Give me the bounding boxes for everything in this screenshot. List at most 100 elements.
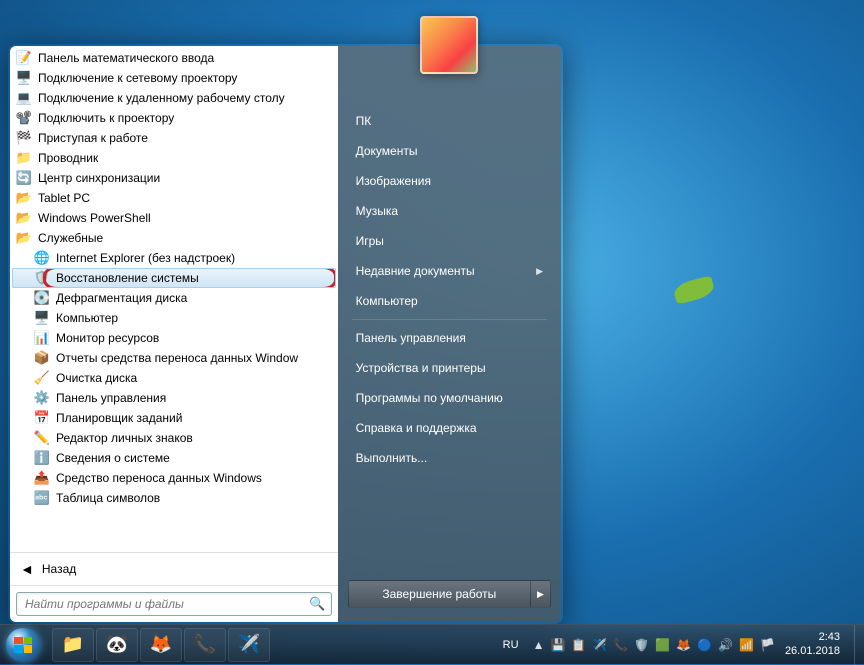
right-menu-item[interactable]: Программы по умолчанию [342,383,557,413]
right-menu-item[interactable]: Устройства и принтеры [342,353,557,383]
right-menu-item[interactable]: Документы [342,136,557,166]
app-icon: 🔤 [34,490,50,506]
program-item[interactable]: 📊Монитор ресурсов [12,328,336,348]
app-icon: 📽️ [16,110,32,126]
program-item[interactable]: 📂 Tablet PC [12,188,336,208]
program-label: Сведения о системе [56,451,170,465]
program-item[interactable]: 🏁Приступая к работе [12,128,336,148]
folder-icon: 📂 [16,210,32,226]
app-icon: 🔄 [16,170,32,186]
app-icon: 📦 [34,350,50,366]
windows-logo-icon [14,637,32,653]
folder-icon: 📂 [16,190,32,206]
wallpaper-leaf [672,275,716,305]
program-item[interactable]: 📅Планировщик заданий [12,408,336,428]
desktop[interactable]: 📝Панель математического ввода🖥️Подключен… [0,0,864,664]
program-item[interactable]: 💻 Подключение к удаленному рабочему столу [12,88,336,108]
tray-icon[interactable]: 🦊 [676,638,691,652]
app-icon: 🖥️ [34,310,50,326]
program-item[interactable]: 🔤Таблица символов [12,488,336,508]
right-menu-item[interactable]: Выполнить... [342,443,557,473]
program-list[interactable]: 📝Панель математического ввода🖥️Подключен… [10,46,338,552]
clock[interactable]: 2:43 26.01.2018 [785,631,840,657]
search-input[interactable] [16,592,332,616]
right-menu-item[interactable]: Справка и поддержка [342,413,557,443]
app-icon: 📊 [34,330,50,346]
shutdown-button[interactable]: Завершение работы ▶ [348,580,551,608]
tray-icon[interactable]: 🏳️ [760,638,775,652]
right-menu-label: Документы [356,144,418,158]
program-item[interactable]: 📤 Средство переноса данных Windows [12,468,336,488]
app-icon: 🌐 [34,250,50,266]
shutdown-row: Завершение работы ▶ [342,574,557,614]
program-item[interactable]: 🌐Internet Explorer (без надстроек) [12,248,336,268]
right-menu-item[interactable]: ПК [342,106,557,136]
app-icon: 💽 [34,290,50,306]
search-row: 🔍 [10,585,338,622]
clock-time: 2:43 [785,631,840,644]
taskbar-app[interactable]: 🐼 [96,628,138,662]
program-item[interactable]: 💽 Дефрагментация диска [12,288,336,308]
program-label: Восстановление системы [56,271,199,285]
right-menu-item[interactable]: Панель управления [342,323,557,353]
tray-icon[interactable]: 🔵 [697,638,712,652]
program-item[interactable]: ⚙️Панель управления [12,388,336,408]
program-label: Windows PowerShell [38,211,151,225]
right-menu-label: Выполнить... [356,451,428,465]
program-label: Дефрагментация диска [56,291,187,305]
program-item[interactable]: 🔄 Центр синхронизации [12,168,336,188]
right-menu-item[interactable]: Музыка [342,196,557,226]
start-button[interactable] [0,625,46,665]
start-menu-left-pane: 📝Панель математического ввода🖥️Подключен… [10,46,338,622]
right-menu-item[interactable]: Игры [342,226,557,256]
taskbar-app[interactable]: 📞 [184,628,226,662]
tray-icon[interactable]: 🛡️ [634,638,649,652]
program-item[interactable]: 🖥️Подключение к сетевому проектору [12,68,336,88]
program-item[interactable]: 📂 Windows PowerShell [12,208,336,228]
program-label: Подключение к удаленному рабочему столу [38,91,285,105]
program-item[interactable]: 📂Служебные [12,228,336,248]
submenu-arrow-icon: ▶ [536,266,543,277]
right-menu-item[interactable]: Компьютер [342,286,557,316]
tray-icon[interactable]: 💾 [550,638,565,652]
tray-icon[interactable]: 🔊 [718,638,733,652]
tray-icon[interactable]: ▲ [533,638,545,652]
program-label: Приступая к работе [38,131,148,145]
program-item[interactable]: 🖥️Компьютер [12,308,336,328]
back-button[interactable]: ◄ Назад [10,552,338,585]
language-indicator[interactable]: RU [499,637,523,653]
program-item[interactable]: 📁Проводник [12,148,336,168]
program-item[interactable]: ✏️Редактор личных знаков [12,428,336,448]
back-arrow-icon: ◄ [20,561,34,577]
app-icon: 💻 [16,90,32,106]
program-item[interactable]: 🧹Очистка диска [12,368,336,388]
program-item-highlighted[interactable]: 🛡️Восстановление системы [12,268,336,288]
program-label: Подключение к сетевому проектору [38,71,237,85]
show-desktop-button[interactable] [854,625,864,665]
app-icon: 📁 [16,150,32,166]
program-label: Редактор личных знаков [56,431,193,445]
tray-icon[interactable]: 📋 [571,638,586,652]
tray-icon[interactable]: 📞 [613,638,628,652]
user-avatar[interactable] [420,16,478,74]
taskbar-app[interactable]: 📁 [52,628,94,662]
app-icon: 📤 [34,470,50,486]
program-label: Центр синхронизации [38,171,160,185]
right-menu-label: ПК [356,114,372,128]
tray-icon[interactable]: 🟩 [655,638,670,652]
right-menu-item[interactable]: Недавние документы▶ [342,256,557,286]
program-item[interactable]: 📦Отчеты средства переноса данных Window [12,348,336,368]
program-label: Tablet PC [38,191,90,205]
program-item[interactable]: 📽️Подключить к проектору [12,108,336,128]
shutdown-options-arrow[interactable]: ▶ [530,581,550,607]
tray-icon[interactable]: 📶 [739,638,754,652]
right-menu-label: Игры [356,234,384,248]
taskbar-app[interactable]: 🦊 [140,628,182,662]
taskbar-app[interactable]: ✈️ [228,628,270,662]
program-item[interactable]: 📝Панель математического ввода [12,48,336,68]
clock-date: 26.01.2018 [785,645,840,658]
right-menu-item[interactable]: Изображения [342,166,557,196]
program-item[interactable]: ℹ️Сведения о системе [12,448,336,468]
program-label: Средство переноса данных Windows [56,471,262,485]
tray-icon[interactable]: ✈️ [592,638,607,652]
